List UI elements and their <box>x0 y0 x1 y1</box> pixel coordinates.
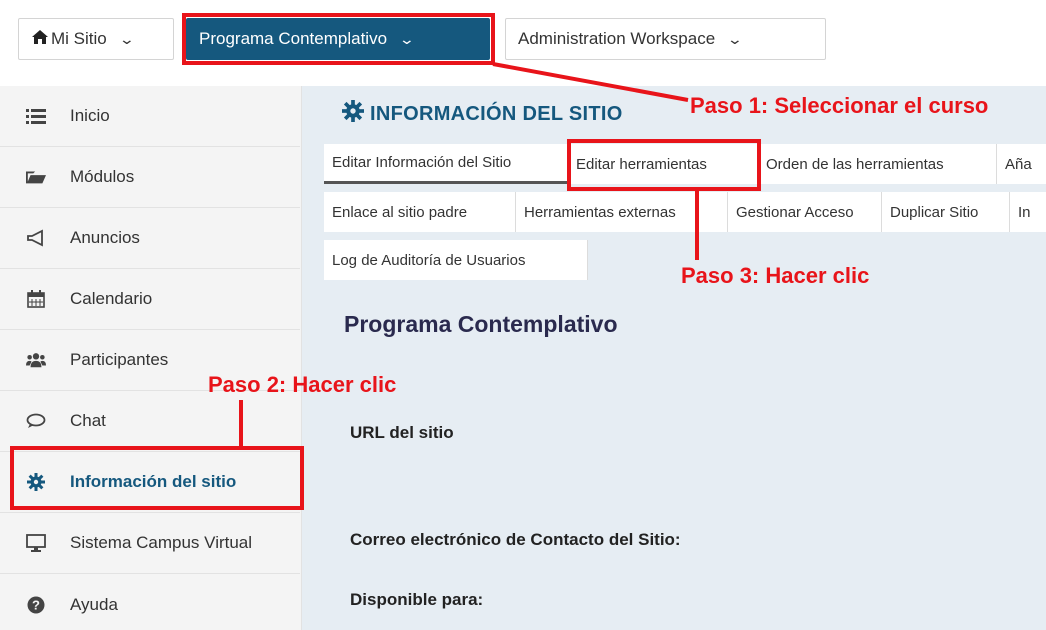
annotation-line-step2 <box>239 400 243 448</box>
annotation-step3: Paso 3: Hacer clic <box>681 263 870 288</box>
annotation-box-step3 <box>567 139 761 191</box>
annotation-line-step3 <box>695 190 699 260</box>
annotation-step2: Paso 2: Hacer clic <box>208 372 397 397</box>
annotation-step1: Paso 1: Seleccionar el curso <box>690 93 989 118</box>
annotation-box-step2 <box>10 446 304 510</box>
